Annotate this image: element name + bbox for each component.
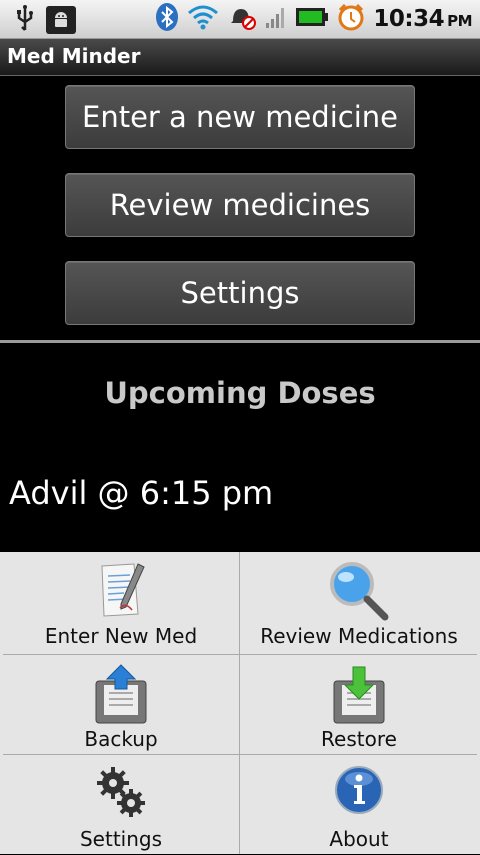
menu-item-backup[interactable]: Backup bbox=[3, 655, 239, 755]
silent-mode-icon bbox=[227, 3, 257, 35]
options-menu: Enter New Med Review Medications Backup … bbox=[0, 552, 480, 854]
menu-label: Settings bbox=[79, 827, 163, 851]
menu-label: Review Medications bbox=[260, 624, 458, 648]
divider bbox=[0, 340, 480, 343]
menu-label: Restore bbox=[321, 727, 397, 751]
menu-item-about[interactable]: About bbox=[241, 755, 477, 855]
enter-new-medicine-button[interactable]: Enter a new medicine bbox=[65, 85, 415, 149]
magnifier-icon bbox=[326, 560, 392, 628]
alarm-clock-icon bbox=[337, 3, 365, 35]
usb-icon bbox=[14, 4, 36, 36]
signal-icon bbox=[265, 5, 287, 33]
backup-upload-icon bbox=[92, 663, 150, 731]
wifi-icon bbox=[187, 4, 219, 34]
status-bar: 10:34 PM bbox=[0, 0, 480, 39]
bluetooth-icon bbox=[155, 2, 179, 36]
restore-download-icon bbox=[330, 663, 388, 731]
menu-item-settings[interactable]: Settings bbox=[3, 755, 239, 855]
app-title: Med Minder bbox=[7, 44, 141, 68]
settings-button[interactable]: Settings bbox=[65, 261, 415, 325]
info-icon bbox=[332, 763, 386, 821]
gears-icon bbox=[93, 763, 149, 827]
menu-divider bbox=[239, 552, 240, 854]
menu-item-review-medications[interactable]: Review Medications bbox=[241, 552, 477, 652]
battery-icon bbox=[295, 6, 329, 32]
review-medicines-button[interactable]: Review medicines bbox=[65, 173, 415, 237]
status-clock: 10:34 PM bbox=[373, 6, 472, 32]
menu-item-enter-new-med[interactable]: Enter New Med bbox=[3, 552, 239, 652]
document-pen-icon bbox=[94, 560, 148, 624]
upcoming-doses-heading: Upcoming Doses bbox=[104, 376, 376, 410]
menu-label: Enter New Med bbox=[44, 624, 198, 648]
app-title-bar: Med Minder bbox=[0, 39, 480, 76]
menu-label: Backup bbox=[84, 727, 158, 751]
menu-item-restore[interactable]: Restore bbox=[241, 655, 477, 755]
menu-label: About bbox=[329, 827, 389, 851]
android-debug-icon bbox=[46, 6, 76, 34]
upcoming-dose-item: Advil @ 6:15 pm bbox=[9, 474, 274, 512]
